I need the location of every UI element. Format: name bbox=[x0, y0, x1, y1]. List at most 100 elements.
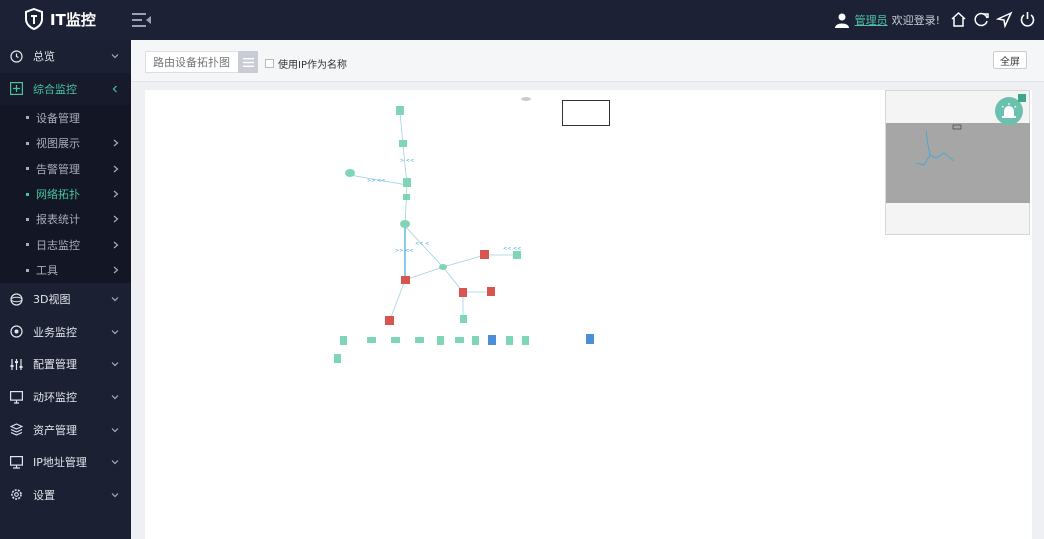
user-area: 管理员 欢迎登录! bbox=[834, 12, 940, 28]
bullet-dot bbox=[26, 217, 29, 221]
submenu-item-device-management[interactable]: 设备管理 bbox=[0, 105, 131, 130]
topology-search-input[interactable] bbox=[145, 51, 239, 73]
sidebar-item-overview[interactable]: 总览 bbox=[0, 40, 131, 73]
device-node bbox=[340, 336, 347, 345]
navigate-icon[interactable] bbox=[996, 11, 1013, 28]
ip-icon bbox=[10, 455, 23, 469]
router-node bbox=[439, 264, 447, 270]
topology-link bbox=[404, 184, 408, 227]
sidebar-item-business-monitoring[interactable]: 业务监控 bbox=[0, 316, 131, 349]
clock-icon bbox=[10, 50, 23, 63]
refresh-icon[interactable] bbox=[973, 11, 990, 28]
app-logo-text: IT监控 bbox=[50, 10, 96, 29]
submenu-item-alarm-management[interactable]: 告警管理 bbox=[0, 156, 131, 181]
chevron-down-icon bbox=[111, 329, 119, 335]
device-node bbox=[367, 337, 376, 343]
topology-graph[interactable]: > << >> << << < >> << << << bbox=[145, 90, 885, 539]
business-icon bbox=[10, 325, 23, 338]
use-ip-as-name-checkbox[interactable]: 使用IP作为名称 bbox=[265, 56, 347, 71]
device-node bbox=[437, 336, 444, 345]
submenu-item-label: 工具 bbox=[36, 264, 58, 278]
home-icon[interactable] bbox=[950, 11, 967, 28]
submenu-item-report-statistics[interactable]: 报表统计 bbox=[0, 207, 131, 232]
submenu-item-label: 日志监控 bbox=[36, 238, 80, 252]
chevron-down-icon bbox=[111, 460, 119, 465]
sidebar-item-label: 综合监控 bbox=[33, 82, 77, 96]
router-node bbox=[521, 97, 531, 101]
submenu-item-tools[interactable]: 工具 bbox=[0, 258, 131, 283]
submenu-item-view-display[interactable]: 视图展示 bbox=[0, 131, 131, 156]
flow-arrow: << < bbox=[415, 241, 429, 247]
topology-link bbox=[442, 254, 486, 268]
overview-minimap[interactable] bbox=[886, 123, 1030, 203]
minimap-graph bbox=[915, 124, 962, 166]
app-logo[interactable]: IT监控 bbox=[24, 8, 96, 30]
switch-node bbox=[396, 106, 404, 115]
list-menu-button[interactable] bbox=[238, 51, 258, 73]
device-node bbox=[415, 337, 424, 343]
sidebar-item-config-management[interactable]: 配置管理 bbox=[0, 348, 131, 381]
sidebar-item-label: 资产管理 bbox=[33, 423, 77, 437]
flow-arrow: >> << bbox=[367, 178, 385, 184]
viewport-selection-rect[interactable] bbox=[562, 100, 610, 126]
alarm-node bbox=[487, 287, 495, 296]
top-bar: IT监控 管理员 欢迎登录! bbox=[0, 0, 1044, 40]
topology-link bbox=[389, 279, 406, 321]
submenu-integrated-monitoring: 设备管理 视图展示 告警管理 网络拓扑 报表统计 日志监控 工具 bbox=[0, 105, 131, 283]
layers-icon bbox=[10, 423, 23, 436]
bullet-dot bbox=[26, 116, 29, 120]
power-icon[interactable] bbox=[1019, 11, 1036, 28]
monitor-plus-icon bbox=[10, 82, 23, 96]
alarm-node bbox=[459, 288, 467, 297]
topology-link bbox=[404, 266, 444, 281]
sidebar-item-integrated-monitoring[interactable]: 综合监控 bbox=[0, 72, 131, 106]
device-node bbox=[522, 336, 529, 345]
user-name-link[interactable]: 管理员 bbox=[855, 12, 888, 28]
sidebar-item-label: 配置管理 bbox=[33, 358, 77, 372]
submenu-item-label: 设备管理 bbox=[36, 111, 80, 125]
switch-node bbox=[403, 194, 410, 200]
device-node bbox=[472, 336, 479, 345]
chevron-right-icon bbox=[113, 190, 119, 198]
device-node bbox=[488, 335, 496, 345]
chevron-down-icon bbox=[111, 297, 119, 302]
sidebar-item-3d-view[interactable]: 3D视图 bbox=[0, 283, 131, 316]
flow-arrow: >> << bbox=[395, 248, 413, 254]
sidebar-item-label: 动环监控 bbox=[33, 391, 77, 404]
alarm-nodes bbox=[385, 250, 495, 325]
checkbox-box[interactable] bbox=[265, 59, 274, 68]
chevron-right-icon bbox=[113, 266, 119, 274]
fullscreen-button[interactable]: 全屏 bbox=[993, 51, 1027, 69]
submenu-item-label: 网络拓扑 bbox=[36, 188, 80, 202]
sliders-icon bbox=[10, 358, 23, 370]
sidebar-item-label: 业务监控 bbox=[33, 325, 77, 339]
sidebar-toggle-icon[interactable] bbox=[132, 11, 152, 29]
flow-arrow: > << bbox=[400, 158, 414, 164]
chevron-right-icon bbox=[113, 139, 119, 147]
topology-overview-panel[interactable] bbox=[885, 90, 1030, 235]
submenu-item-network-topology[interactable]: 网络拓扑 bbox=[0, 181, 131, 206]
device-node bbox=[334, 354, 341, 363]
sidebar-item-label: IP地址管理 bbox=[33, 456, 87, 470]
sidebar: 总览 综合监控 设备管理 视图展示 告警管理 网络拓扑 报表统计 日志监控 工具… bbox=[0, 40, 131, 539]
device-node bbox=[455, 337, 464, 343]
topology-canvas[interactable]: > << >> << << < >> << << << bbox=[145, 90, 1032, 539]
device-row bbox=[334, 334, 594, 363]
sidebar-item-label: 总览 bbox=[33, 50, 55, 64]
topology-nodes bbox=[345, 97, 531, 323]
sidebar-item-label: 设置 bbox=[33, 488, 55, 502]
chevron-down-icon bbox=[111, 362, 119, 367]
chevron-down-icon bbox=[111, 54, 119, 59]
submenu-item-log-monitoring[interactable]: 日志监控 bbox=[0, 232, 131, 257]
overview-close-icon[interactable] bbox=[1018, 94, 1026, 102]
sidebar-item-settings[interactable]: 设置 bbox=[0, 478, 131, 511]
router-node bbox=[345, 169, 355, 177]
3d-icon bbox=[10, 293, 23, 306]
alarm-node bbox=[401, 276, 410, 284]
switch-node bbox=[460, 315, 467, 323]
alarm-icon bbox=[1001, 103, 1017, 118]
sidebar-item-environment-monitoring[interactable]: 动环监控 bbox=[0, 381, 131, 414]
bullet-dot bbox=[26, 243, 29, 247]
sidebar-item-ip-management[interactable]: IP地址管理 bbox=[0, 446, 131, 479]
sidebar-item-asset-management[interactable]: 资产管理 bbox=[0, 413, 131, 446]
